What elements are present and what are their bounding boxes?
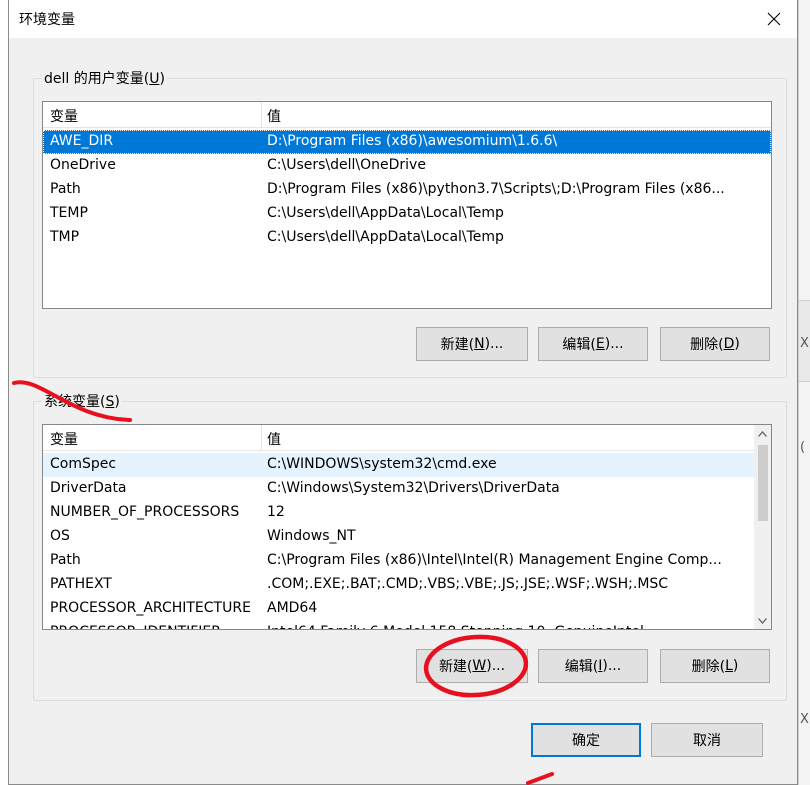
variable-name: PATHEXT xyxy=(50,576,112,592)
variable-value: C:\Users\dell\OneDrive xyxy=(267,157,426,173)
system-variables-group: 系统变量(S) 变量 值 ComSpec C:\WINDOWS\system32\… xyxy=(33,391,787,701)
user-new-button[interactable]: 新建(N)... xyxy=(416,327,528,361)
background-text: X xyxy=(800,336,809,351)
chevron-up-icon xyxy=(758,430,767,437)
variable-value: C:\Windows\System32\Drivers\DriverData xyxy=(267,480,560,496)
ok-button[interactable]: 确定 xyxy=(531,723,641,757)
user-edit-button[interactable]: 编辑(E)... xyxy=(538,327,648,361)
variable-value: C:\Program Files (x86)\Intel\Intel(R) Ma… xyxy=(267,552,722,568)
variable-value: Windows_NT xyxy=(267,528,356,544)
variable-name: Path xyxy=(50,552,81,568)
variable-value: C:\Users\dell\AppData\Local\Temp xyxy=(267,205,504,221)
list-item[interactable]: PROCESSOR_IDENTIFIER Intel64 Family 6 Mod… xyxy=(43,621,754,629)
user-variables-list[interactable]: 变量 值 AWE_DIR D:\Program Files (x86)\aweso… xyxy=(42,101,772,309)
variable-name: NUMBER_OF_PROCESSORS xyxy=(50,504,240,520)
variable-name: ComSpec xyxy=(50,456,117,472)
list-item[interactable]: TMP C:\Users\dell\AppData\Local\Temp xyxy=(43,226,771,250)
list-item[interactable]: PATHEXT .COM;.EXE;.BAT;.CMD;.VBS;.VBE;.JS… xyxy=(43,573,754,597)
list-item[interactable]: OneDrive C:\Users\dell\OneDrive xyxy=(43,154,771,178)
scroll-thumb[interactable] xyxy=(758,445,768,521)
vertical-scrollbar[interactable] xyxy=(754,425,771,629)
cancel-button[interactable]: 取消 xyxy=(651,723,763,757)
environment-variables-dialog: 环境变量 dell 的用户变量(U) 变量 值 AWE_DIR D:\Progra… xyxy=(8,0,798,785)
scroll-down-button[interactable] xyxy=(754,612,771,629)
system-new-button[interactable]: 新建(W)... xyxy=(416,649,528,683)
title-bar: 环境变量 xyxy=(9,0,797,38)
user-variables-label: dell 的用户变量(U) xyxy=(42,68,167,88)
list-header: 变量 值 xyxy=(43,425,754,451)
list-item[interactable]: DriverData C:\Windows\System32\Drivers\Dr… xyxy=(43,477,754,501)
variable-value: Intel64 Family 6 Model 158 Stepping 10, … xyxy=(267,624,644,629)
background-window xyxy=(798,0,810,785)
variable-name: DriverData xyxy=(50,480,127,496)
system-edit-button[interactable]: 编辑(I)... xyxy=(538,649,648,683)
variable-name: TEMP xyxy=(50,205,88,221)
list-item[interactable]: TEMP C:\Users\dell\AppData\Local\Temp xyxy=(43,202,771,226)
variable-value: C:\Users\dell\AppData\Local\Temp xyxy=(267,229,504,245)
column-header-value[interactable]: 值 xyxy=(267,106,281,126)
background-text: ( xyxy=(800,440,806,455)
variable-name: Path xyxy=(50,181,81,197)
column-divider[interactable] xyxy=(261,102,262,128)
system-variables-label: 系统变量(S) xyxy=(42,391,122,411)
variable-name: AWE_DIR xyxy=(50,133,114,149)
background-text: X xyxy=(800,712,809,727)
variable-name: OneDrive xyxy=(50,157,116,173)
variable-value: 12 xyxy=(267,504,285,520)
dialog-title: 环境变量 xyxy=(19,12,75,28)
chevron-down-icon xyxy=(758,617,767,624)
variable-value: AMD64 xyxy=(267,600,318,616)
column-header-name[interactable]: 变量 xyxy=(50,106,78,126)
variable-name: TMP xyxy=(50,229,80,245)
list-item[interactable]: PROCESSOR_ARCHITECTURE AMD64 xyxy=(43,597,754,621)
variable-value: C:\WINDOWS\system32\cmd.exe xyxy=(267,456,497,472)
list-item[interactable]: Path D:\Program Files (x86)\python3.7\Scr… xyxy=(43,178,771,202)
variable-name: PROCESSOR_IDENTIFIER xyxy=(50,624,221,629)
close-button[interactable] xyxy=(751,0,797,38)
list-item[interactable]: OS Windows_NT xyxy=(43,525,754,549)
variable-value: .COM;.EXE;.BAT;.CMD;.VBS;.VBE;.JS;.JSE;.… xyxy=(267,576,669,592)
variable-name: PROCESSOR_ARCHITECTURE xyxy=(50,600,251,616)
list-header: 变量 值 xyxy=(43,102,771,128)
user-delete-button[interactable]: 删除(D) xyxy=(660,327,770,361)
system-delete-button[interactable]: 删除(L) xyxy=(660,649,770,683)
list-item[interactable]: AWE_DIR D:\Program Files (x86)\awesomium\… xyxy=(43,130,771,154)
variable-value: D:\Program Files (x86)\awesomium\1.6.6\ xyxy=(267,133,558,149)
scroll-up-button[interactable] xyxy=(754,425,771,442)
column-divider[interactable] xyxy=(261,425,262,451)
column-header-value[interactable]: 值 xyxy=(267,429,281,449)
variable-name: OS xyxy=(50,528,70,544)
user-variables-group: dell 的用户变量(U) 变量 值 AWE_DIR D:\Program Fil… xyxy=(33,68,787,378)
list-item[interactable]: Path C:\Program Files (x86)\Intel\Intel(R… xyxy=(43,549,754,573)
column-header-name[interactable]: 变量 xyxy=(50,429,78,449)
system-variables-list[interactable]: 变量 值 ComSpec C:\WINDOWS\system32\cmd.exe D… xyxy=(42,424,772,630)
list-item[interactable]: ComSpec C:\WINDOWS\system32\cmd.exe xyxy=(43,453,754,477)
list-item[interactable]: NUMBER_OF_PROCESSORS 12 xyxy=(43,501,754,525)
close-icon xyxy=(767,12,781,26)
variable-value: D:\Program Files (x86)\python3.7\Scripts… xyxy=(267,181,725,197)
